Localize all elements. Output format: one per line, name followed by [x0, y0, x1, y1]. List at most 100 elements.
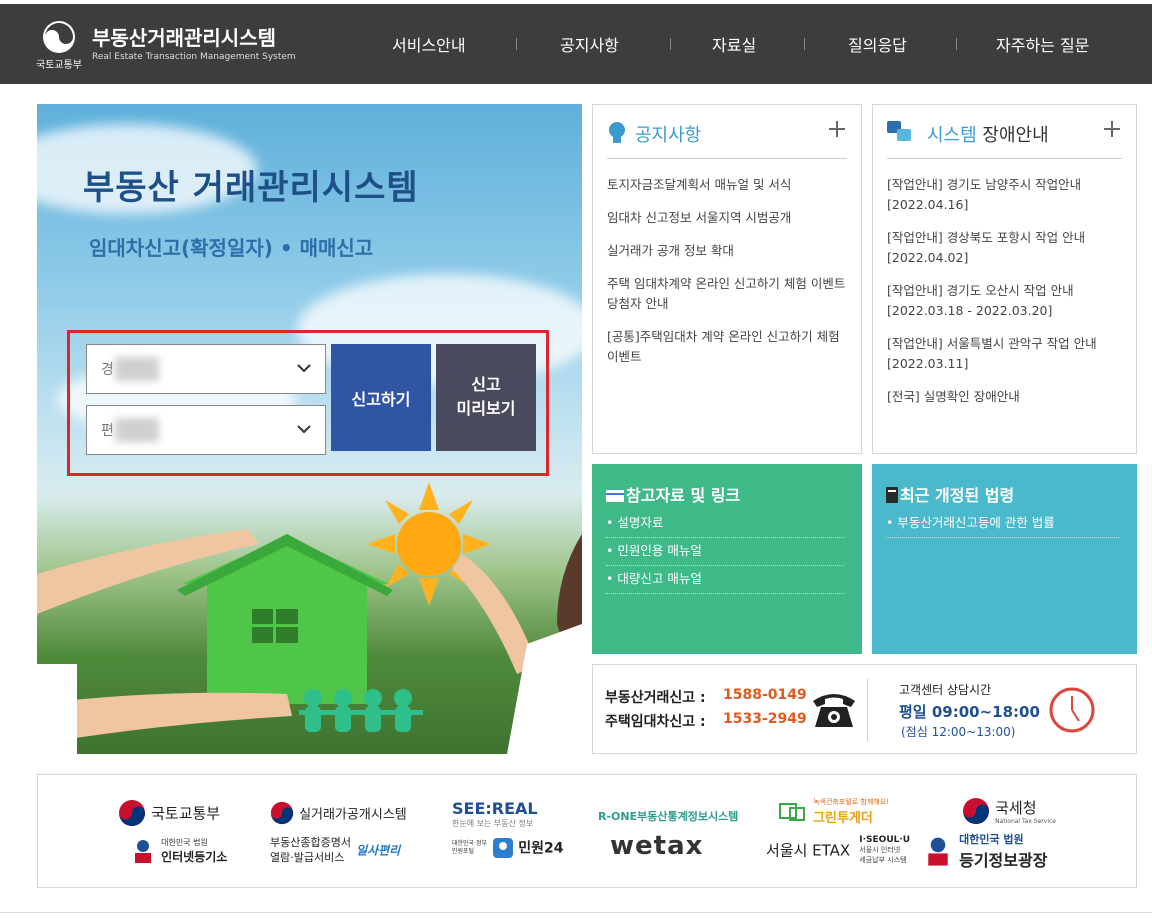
references-panel: 참고자료 및 링크 • 설명자료 • 민원인용 매뉴얼 • 대량신고 매뉴얼 [592, 464, 862, 654]
outage-item[interactable]: [전국] 실명확인 장애안내 [887, 387, 1122, 407]
outage-list: [작업안내] 경기도 남양주시 작업안내 [2022.04.16] [작업안내]… [887, 175, 1122, 420]
outage-panel: 시스템 장애안내 [작업안내] 경기도 남양주시 작업안내 [2022.04.1… [872, 104, 1137, 454]
outage-more-plus-icon[interactable] [1102, 119, 1122, 139]
ilsa-label: 일사편리 [356, 843, 401, 858]
wetax-label: wetax [610, 831, 704, 861]
internet-registry-label: 인터넷등기소 [161, 850, 228, 864]
partner-registry-plaza[interactable]: 대한민국 법원 등기정보광장 [922, 831, 1047, 871]
references-title-text: 참고자료 및 링크 [626, 486, 741, 505]
notice-item[interactable]: 토지자금조달계획서 매뉴얼 및 서식 [607, 175, 847, 195]
notice-panel-header: 공지사항 [607, 119, 847, 159]
outage-item[interactable]: [작업안내] 경기도 오산시 작업 안내 [2022.03.18 - 2022.… [887, 281, 1122, 321]
laws-panel: 최근 개정된 법령 • 부동산거래신고등에 관한 법률 [872, 464, 1137, 654]
chevron-down-icon [297, 425, 311, 434]
site-title: 부동산거래관리시스템 [92, 26, 276, 50]
references-title: 참고자료 및 링크 [606, 482, 740, 506]
price-system-label: 실거래가공개시스템 [299, 807, 407, 823]
registry-plaza-label: 등기정보광장 [959, 851, 1048, 870]
preview-label-line2: 미리보기 [456, 400, 516, 418]
references-item[interactable]: • 대량신고 매뉴얼 [606, 566, 844, 594]
references-item-label: 설명자료 [617, 515, 664, 530]
region-select-2[interactable]: 편 [86, 405, 326, 455]
nav-faq[interactable]: 자주하는 질문 [996, 32, 1089, 56]
contact-divider [867, 679, 868, 741]
site-logo[interactable]: 국토교통부 부동산거래관리시스템 Real Estate Transaction… [36, 18, 296, 74]
main-nav: 서비스안내 공지사항 자료실 질의응답 자주하는 질문 [360, 32, 1140, 62]
partner-etax[interactable]: 서울시 ETAX I·SEOUL·U 서울시 인터넷 세금납부 시스템 [766, 835, 910, 865]
region-select-1[interactable]: 경 [86, 344, 326, 394]
report-button[interactable]: 신고하기 [331, 344, 431, 451]
chevron-down-icon [297, 364, 311, 373]
clock-icon [1049, 687, 1095, 733]
green-label: 그린투게더 [813, 811, 873, 826]
notice-title: 공지사항 [635, 125, 702, 146]
card-icon [606, 490, 624, 502]
green-small: 녹색건축포털로 함께해요! [813, 798, 889, 806]
seereal-label: SEE:REAL [452, 799, 538, 818]
ministry-label: 국토교통부 [36, 60, 82, 71]
court-emblem-icon [135, 840, 151, 863]
outage-title-accent: 시스템 [927, 125, 977, 146]
laws-item[interactable]: • 부동산거래신고등에 관한 법률 [886, 510, 1119, 538]
nts-sub: National Tax Service [995, 818, 1056, 825]
notice-item[interactable]: 임대차 신고정보 서울지역 시범공개 [607, 208, 847, 228]
redacted-value [115, 357, 159, 381]
references-item[interactable]: • 설명자료 [606, 510, 844, 538]
iseoul-sub2: 세금납부 시스템 [859, 856, 907, 864]
nav-qna[interactable]: 질의응답 [848, 32, 907, 56]
laws-list: • 부동산거래신고등에 관한 법률 [886, 510, 1119, 538]
lightbulb-icon [609, 122, 625, 143]
redacted-value [115, 418, 159, 442]
nav-notice[interactable]: 공지사항 [560, 32, 619, 56]
partner-green-together[interactable]: 녹색건축포털로 함께해요! 그린투게더 [778, 797, 889, 826]
notice-more-plus-icon[interactable] [827, 119, 847, 139]
nav-archive[interactable]: 자료실 [712, 32, 756, 56]
nav-separator [516, 38, 517, 50]
government-emblem-icon [270, 801, 294, 825]
nav-separator [956, 38, 957, 50]
document-icon [886, 487, 898, 503]
nav-separator [670, 38, 671, 50]
outage-title-rest: 장애안내 [976, 125, 1049, 146]
hero-title: 부동산 거래관리시스템 [83, 168, 419, 208]
nav-service[interactable]: 서비스안내 [392, 32, 466, 56]
partner-rone[interactable]: R-ONE부동산통계정보시스템 [598, 805, 738, 824]
references-item-label: 민원인용 매뉴얼 [617, 543, 702, 558]
top-header: 국토교통부 부동산거래관리시스템 Real Estate Transaction… [0, 4, 1152, 84]
outage-item[interactable]: [작업안내] 경기도 남양주시 작업안내 [2022.04.16] [887, 175, 1122, 215]
report-preview-button[interactable]: 신고 미리보기 [436, 344, 536, 451]
government-emblem-icon [119, 800, 145, 826]
partner-internet-registry[interactable]: 대한민국 법원 인터넷등기소 [130, 837, 227, 865]
green-building-icon [779, 802, 805, 821]
contact-label-trade: 부동산거래신고 : [605, 690, 706, 706]
partner-wetax[interactable]: wetax [610, 831, 703, 861]
partner-ilsa[interactable]: 부동산종합증명서 열람·발급서비스 일사편리 [270, 835, 400, 865]
references-item[interactable]: • 민원인용 매뉴얼 [606, 538, 844, 566]
nav-separator [804, 38, 805, 50]
page: 국토교통부 부동산거래관리시스템 Real Estate Transaction… [0, 0, 1152, 920]
outage-item[interactable]: [작업안내] 서울특별시 관악구 작업 안내 [2022.03.11] [887, 334, 1122, 374]
chat-bubbles-icon [887, 121, 911, 141]
etax-label: 서울시 ETAX [766, 841, 851, 860]
iseoul-label: I·SEOUL·U [859, 835, 911, 845]
court2-small-label: 대한민국 법원 [959, 833, 1024, 846]
partner-price-system[interactable]: 실거래가공개시스템 [270, 801, 407, 825]
hours-lunch: (점심 12:00~13:00) [901, 725, 1016, 739]
seereal-sub: 한눈에 보는 부동산 정보 [452, 819, 534, 828]
minwon-small: 대한민국 정부민원포털 [452, 839, 488, 855]
hours-title: 고객센터 상담시간 [899, 683, 992, 697]
notice-item[interactable]: 주택 임대차계약 온라인 신고하기 체험 이벤트 당첨자 안내 [607, 274, 847, 314]
notice-item[interactable]: 실거래가 공개 정보 확대 [607, 241, 847, 261]
notice-item[interactable]: [공통]주택임대차 계약 온라인 신고하기 체험 이벤트 [607, 327, 847, 367]
report-selection-box: 경 편 신고하기 신고 미리보기 [67, 330, 549, 476]
cert-line2: 열람·발급서비스 [270, 851, 345, 864]
partner-links: 국토교통부 대한민국 법원 인터넷등기소 실거래가공개시스템 부동산종합증명서 … [37, 774, 1137, 888]
partner-molit[interactable]: 국토교통부 [118, 799, 220, 827]
partner-seereal[interactable]: SEE:REAL 한눈에 보는 부동산 정보 [452, 799, 538, 829]
partner-minwon24[interactable]: 대한민국 정부민원포털 민원24 [452, 837, 563, 858]
notice-panel: 공지사항 토지자금조달계획서 매뉴얼 및 서식 임대차 신고정보 서울지역 시범… [592, 104, 862, 454]
nts-label: 국세청 [995, 799, 1037, 817]
contact-label-lease: 주택임대차신고 : [605, 714, 706, 730]
partner-nts[interactable]: 국세청 National Tax Service [962, 797, 1056, 825]
outage-item[interactable]: [작업안내] 경상북도 포항시 작업 안내 [2022.04.02] [887, 228, 1122, 268]
